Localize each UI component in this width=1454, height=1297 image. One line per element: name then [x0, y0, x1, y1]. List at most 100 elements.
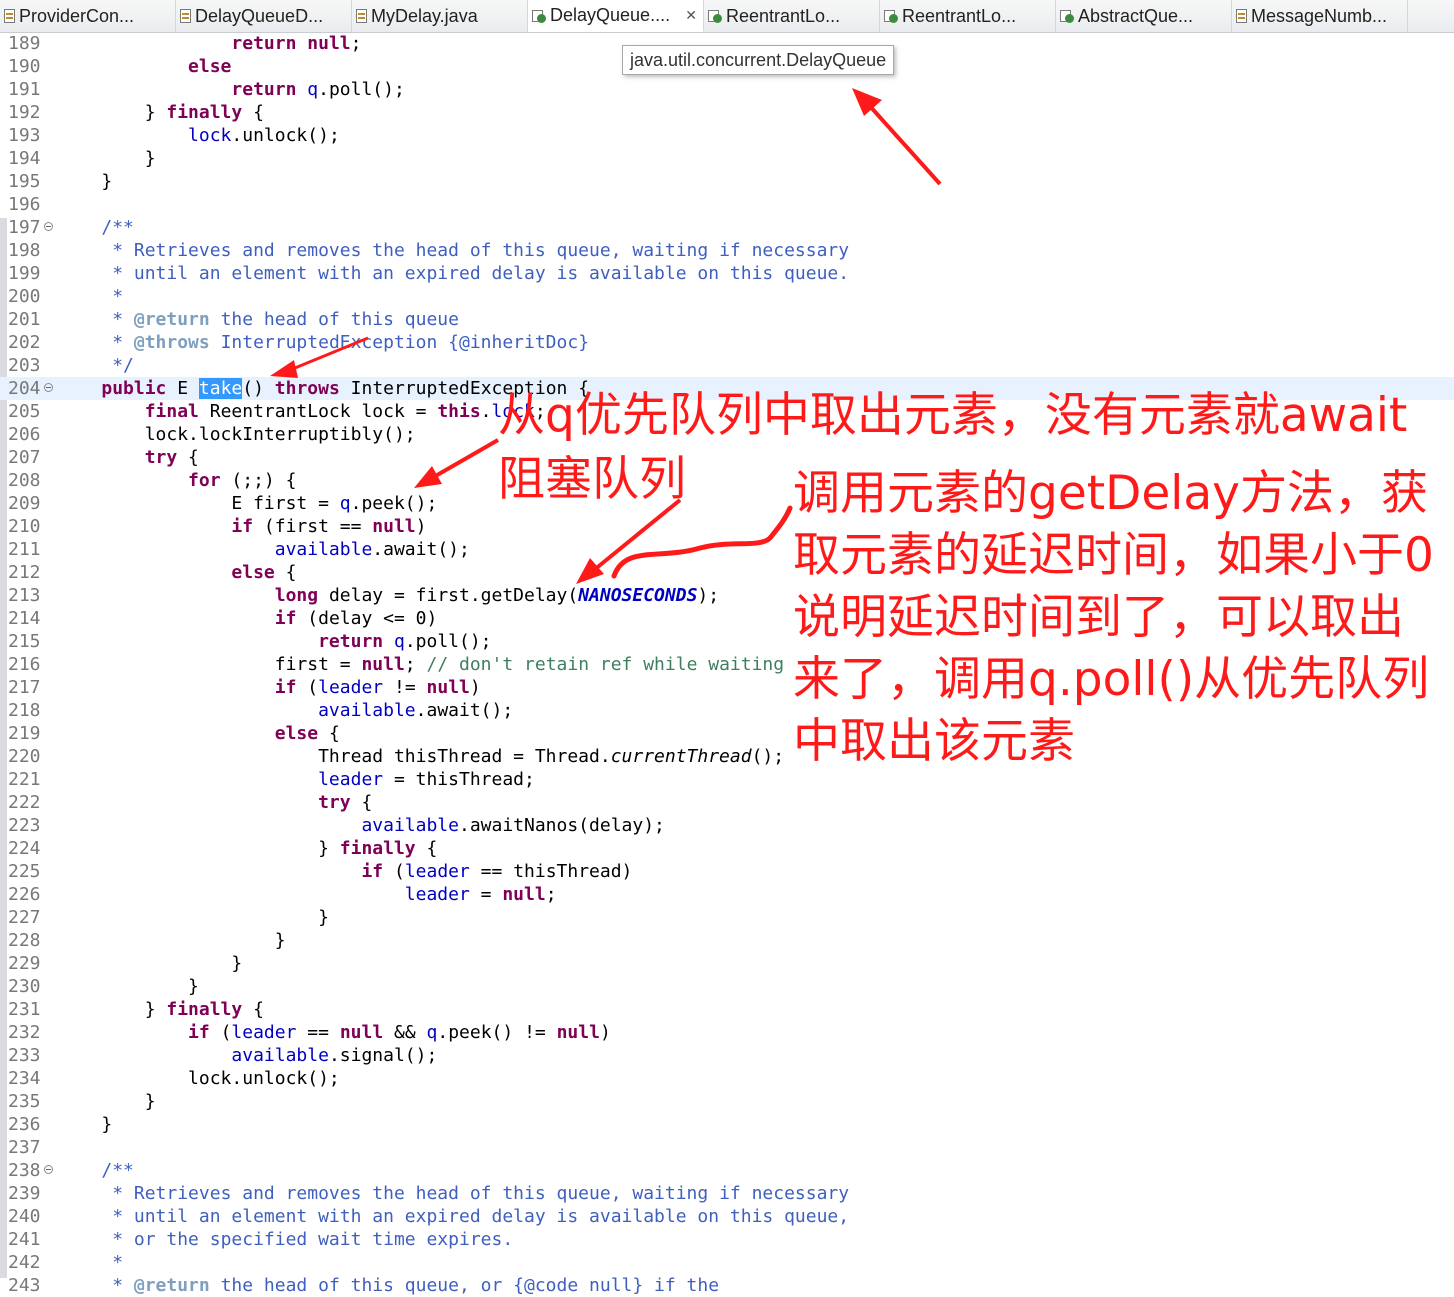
annotation-note-2-line-1: 调用元素的getDelay方法，获: [793, 466, 1428, 521]
annotation-note-2-line-5: 中取出该元素: [793, 714, 1075, 769]
fold-toggle-icon[interactable]: [44, 1165, 53, 1174]
line-number: 223: [8, 815, 41, 836]
line-number: 202: [8, 332, 41, 353]
annotation-note-2-line-2: 取元素的延迟时间，如果小于0: [793, 528, 1434, 583]
line-number: 194: [8, 148, 41, 169]
line-number: 197: [8, 217, 41, 238]
line-number: 230: [8, 976, 41, 997]
line-number: 226: [8, 884, 41, 905]
line-number: 240: [8, 1206, 41, 1227]
tab-label: DelayQueue....: [550, 5, 671, 25]
code-line[interactable]: 197 /**: [0, 216, 1454, 239]
code-line[interactable]: 241 * or the specified wait time expires…: [0, 1228, 1454, 1251]
code-line[interactable]: 240 * until an element with an expired d…: [0, 1205, 1454, 1228]
code-line[interactable]: 228 }: [0, 929, 1454, 952]
code-line[interactable]: 226 leader = null;: [0, 883, 1454, 906]
line-number: 205: [8, 401, 41, 422]
tab-label: ProviderCon...: [19, 5, 135, 26]
class-file-icon: [708, 9, 723, 23]
line-number: 241: [8, 1229, 41, 1250]
tab-reentrantlock-1[interactable]: ReentrantLo...: [704, 0, 880, 32]
tab-label: MessageNumb...: [1251, 5, 1388, 26]
code-line[interactable]: 234 lock.unlock();: [0, 1067, 1454, 1090]
code-line[interactable]: 191 return q.poll();: [0, 78, 1454, 101]
line-number: 232: [8, 1022, 41, 1043]
code-line[interactable]: 199 * until an element with an expired d…: [0, 262, 1454, 285]
selected-text: take: [198, 378, 243, 399]
line-number: 213: [8, 585, 41, 606]
tab-messagenumber[interactable]: MessageNumb...: [1232, 0, 1408, 32]
code-line[interactable]: 195 }: [0, 170, 1454, 193]
line-number: 225: [8, 861, 41, 882]
code-line[interactable]: 220 Thread thisThread = Thread.currentTh…: [0, 745, 1454, 768]
code-line[interactable]: 196: [0, 193, 1454, 216]
code-line[interactable]: 202 * @throws InterruptedException {@inh…: [0, 331, 1454, 354]
code-line[interactable]: 201 * @return the head of this queue: [0, 308, 1454, 331]
tab-mydelay[interactable]: MyDelay.java: [352, 0, 528, 32]
tab-reentrantlock-2[interactable]: ReentrantLo...: [880, 0, 1056, 32]
line-number: 235: [8, 1091, 41, 1112]
code-line[interactable]: 242 *: [0, 1251, 1454, 1274]
line-number: 236: [8, 1114, 41, 1135]
code-line[interactable]: 198 * Retrieves and removes the head of …: [0, 239, 1454, 262]
line-number: 234: [8, 1068, 41, 1089]
line-number: 196: [8, 194, 41, 215]
line-number: 227: [8, 907, 41, 928]
code-line[interactable]: 225 if (leader == thisThread): [0, 860, 1454, 883]
line-number: 201: [8, 309, 41, 330]
code-line[interactable]: 229 }: [0, 952, 1454, 975]
code-line[interactable]: 236 }: [0, 1113, 1454, 1136]
code-line[interactable]: 231 } finally {: [0, 998, 1454, 1021]
code-line[interactable]: 193 lock.unlock();: [0, 124, 1454, 147]
code-line[interactable]: 194 }: [0, 147, 1454, 170]
line-number: 218: [8, 700, 41, 721]
code-line[interactable]: 222 try {: [0, 791, 1454, 814]
code-line[interactable]: 237: [0, 1136, 1454, 1159]
annotation-note-1-line-1: 从q优先队列中取出元素，没有元素就await: [498, 388, 1408, 443]
line-number: 210: [8, 516, 41, 537]
tab-abstractqueued[interactable]: AbstractQue...: [1056, 0, 1232, 32]
code-line[interactable]: 235 }: [0, 1090, 1454, 1113]
annotation-note-1-line-2: 阻塞队列: [498, 452, 686, 507]
line-number: 189: [8, 33, 41, 54]
fold-toggle-icon[interactable]: [44, 383, 53, 392]
line-number: 193: [8, 125, 41, 146]
code-line[interactable]: 221 leader = thisThread;: [0, 768, 1454, 791]
code-line[interactable]: 233 available.signal();: [0, 1044, 1454, 1067]
code-line[interactable]: 243 * @return the head of this queue, or…: [0, 1274, 1454, 1297]
code-line[interactable]: 239 * Retrieves and removes the head of …: [0, 1182, 1454, 1205]
line-number: 219: [8, 723, 41, 744]
java-file-icon: [180, 9, 191, 23]
tab-label: ReentrantLo...: [726, 5, 841, 26]
tab-label: ReentrantLo...: [902, 5, 1017, 26]
line-number: 212: [8, 562, 41, 583]
class-file-icon: [532, 9, 547, 23]
code-line[interactable]: 232 if (leader == null && q.peek() != nu…: [0, 1021, 1454, 1044]
line-number: 198: [8, 240, 41, 261]
line-number: 204: [8, 378, 41, 399]
line-number: 214: [8, 608, 41, 629]
java-file-icon: [1236, 9, 1247, 23]
code-line[interactable]: 224 } finally {: [0, 837, 1454, 860]
code-line[interactable]: 230 }: [0, 975, 1454, 998]
code-line[interactable]: 192 } finally {: [0, 101, 1454, 124]
line-number: 200: [8, 286, 41, 307]
fold-toggle-icon[interactable]: [44, 222, 53, 231]
class-file-icon: [884, 9, 899, 23]
code-line[interactable]: 203 */: [0, 354, 1454, 377]
code-line[interactable]: 223 available.awaitNanos(delay);: [0, 814, 1454, 837]
line-number: 206: [8, 424, 41, 445]
tab-providercon[interactable]: ProviderCon...: [0, 0, 176, 32]
code-line[interactable]: 238 /**: [0, 1159, 1454, 1182]
code-line[interactable]: 227 }: [0, 906, 1454, 929]
class-file-icon: [1060, 9, 1075, 23]
close-icon[interactable]: ✕: [685, 7, 697, 24]
code-line[interactable]: 219 else {: [0, 722, 1454, 745]
line-number: 215: [8, 631, 41, 652]
line-number: 207: [8, 447, 41, 468]
tab-label: MyDelay.java: [371, 5, 478, 26]
line-number: 220: [8, 746, 41, 767]
tab-delayqueue-active[interactable]: DelayQueue.... ✕: [528, 0, 704, 32]
tab-delayqueued[interactable]: DelayQueueD...: [176, 0, 352, 32]
code-line[interactable]: 200 *: [0, 285, 1454, 308]
